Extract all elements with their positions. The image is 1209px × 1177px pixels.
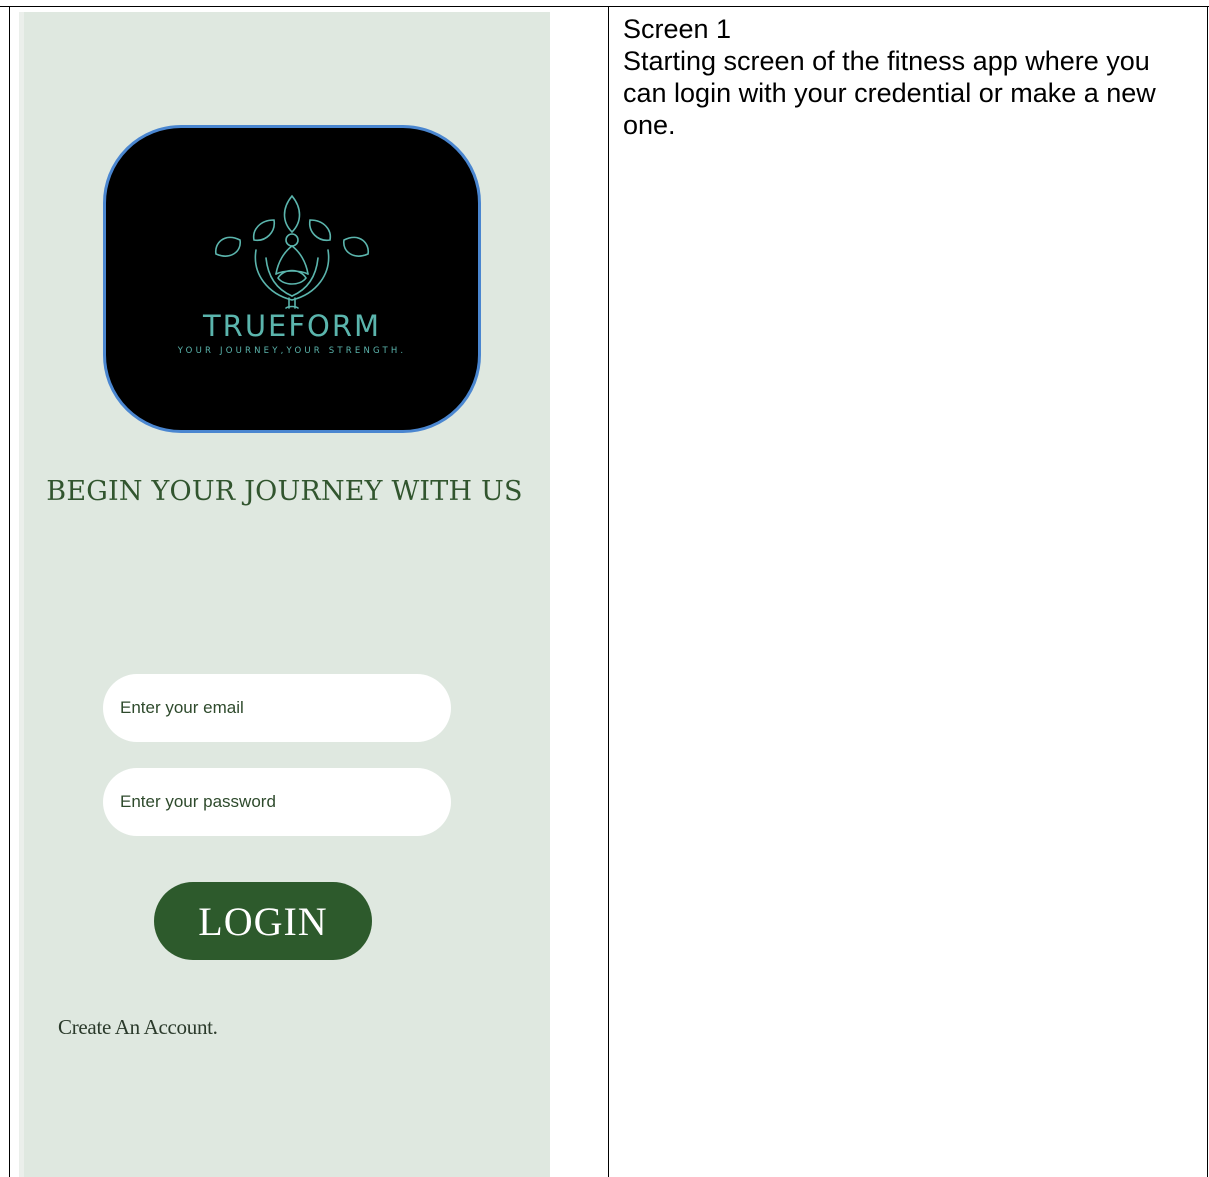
screen-title: Screen 1 bbox=[623, 14, 732, 44]
screen-description: Starting screen of the fitness app where… bbox=[623, 46, 1156, 140]
lotus-meditation-icon bbox=[215, 194, 369, 309]
table-column-divider bbox=[608, 6, 609, 1177]
table-border-left bbox=[9, 6, 10, 1177]
brand-name: TRUEFORM bbox=[202, 309, 382, 343]
create-account-link[interactable]: Create An Account. bbox=[58, 1015, 218, 1040]
logo-card: TRUEFORM YOUR JOURNEY,YOUR STRENGTH. bbox=[103, 125, 481, 433]
email-field[interactable] bbox=[103, 674, 451, 742]
table-border-top bbox=[0, 6, 1209, 7]
welcome-headline: BEGIN YOUR JOURNEY WITH US bbox=[46, 476, 523, 507]
password-field[interactable] bbox=[103, 768, 451, 836]
table-border-right bbox=[1207, 6, 1208, 1177]
brand-tagline: YOUR JOURNEY,YOUR STRENGTH. bbox=[177, 346, 407, 356]
mockup-edge bbox=[19, 12, 24, 1177]
app-screen-mockup: TRUEFORM YOUR JOURNEY,YOUR STRENGTH. BEG… bbox=[19, 12, 550, 1177]
login-button[interactable]: LOGIN bbox=[154, 882, 372, 960]
